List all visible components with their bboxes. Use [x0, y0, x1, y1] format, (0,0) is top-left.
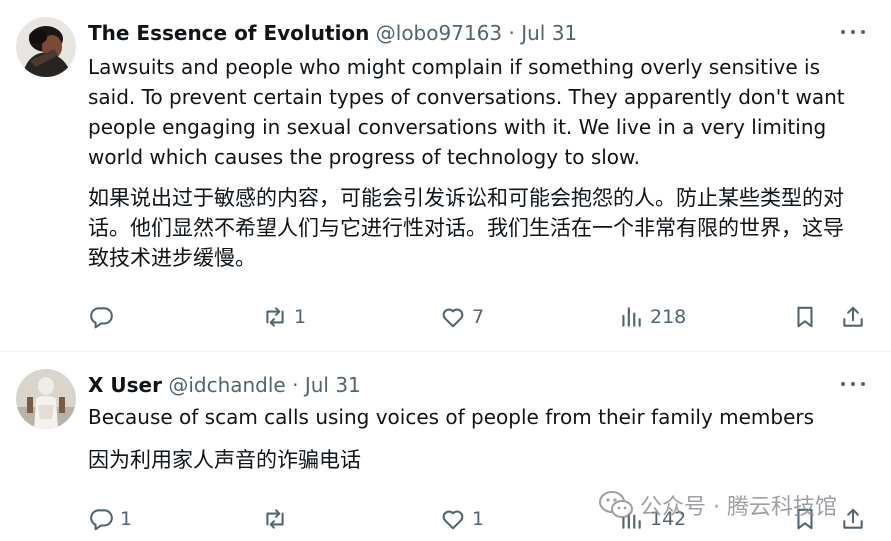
like-button[interactable]: 1 — [440, 504, 484, 534]
tweet-actions: 1 7 218 — [88, 302, 873, 332]
separator: · — [508, 21, 515, 45]
reply-count: 1 — [120, 508, 133, 530]
author-handle[interactable]: @lobo97163 — [376, 21, 502, 45]
repost-icon — [266, 509, 284, 529]
watermark-text: 公众号 · 腾云科技馆 — [640, 495, 837, 520]
avatar[interactable] — [16, 17, 76, 77]
author-name[interactable]: The Essence of Evolution — [88, 21, 369, 45]
tweet-text-english: Lawsuits and people who might complain i… — [88, 55, 845, 169]
reply-icon — [90, 307, 113, 329]
views-icon — [622, 307, 641, 327]
tweet-text-chinese: 因为利用家人声音的诈骗电话 — [88, 448, 361, 472]
more-icon[interactable] — [841, 22, 865, 42]
bookmark-button[interactable] — [792, 302, 818, 332]
views-button[interactable]: 218 — [618, 302, 686, 332]
repost-button[interactable] — [262, 504, 294, 534]
share-icon — [843, 306, 863, 327]
repost-button[interactable]: 1 — [262, 302, 306, 332]
watermark: 公众号 · 腾云科技馆 — [598, 488, 837, 522]
reply-icon — [90, 509, 113, 531]
like-button[interactable]: 7 — [440, 302, 484, 332]
views-count: 218 — [650, 306, 687, 328]
tweet-text-chinese: 如果说出过于敏感的内容，可能会引发诉讼和可能会抱怨的人。防止某些类型的对话。他们… — [88, 186, 844, 270]
wechat-icon — [599, 491, 633, 518]
tweet-text-english: Because of scam calls using voices of pe… — [88, 405, 815, 429]
like-count: 1 — [472, 508, 485, 530]
share-icon — [843, 508, 863, 529]
separator: · — [292, 373, 299, 397]
heart-icon — [442, 308, 464, 328]
more-icon[interactable] — [841, 374, 865, 394]
tweet-header: X User @idchandle · Jul 31 — [88, 372, 831, 398]
share-button[interactable] — [840, 302, 866, 332]
heart-icon — [442, 510, 464, 530]
like-count: 7 — [472, 306, 485, 328]
tweet-date[interactable]: Jul 31 — [305, 373, 361, 397]
reply-button[interactable] — [88, 302, 120, 332]
tweet[interactable]: The Essence of Evolution @lobo97163 · Ju… — [0, 0, 891, 351]
bookmark-icon — [797, 306, 813, 328]
author-name[interactable]: X User — [88, 373, 162, 397]
avatar[interactable] — [16, 369, 76, 429]
share-button[interactable] — [840, 504, 866, 534]
tweet-header: The Essence of Evolution @lobo97163 · Ju… — [88, 20, 831, 46]
author-handle[interactable]: @idchandle — [168, 373, 285, 397]
repost-count: 1 — [294, 306, 307, 328]
reply-button[interactable]: 1 — [88, 504, 132, 534]
tweet-date[interactable]: Jul 31 — [521, 21, 577, 45]
repost-icon — [266, 307, 284, 327]
